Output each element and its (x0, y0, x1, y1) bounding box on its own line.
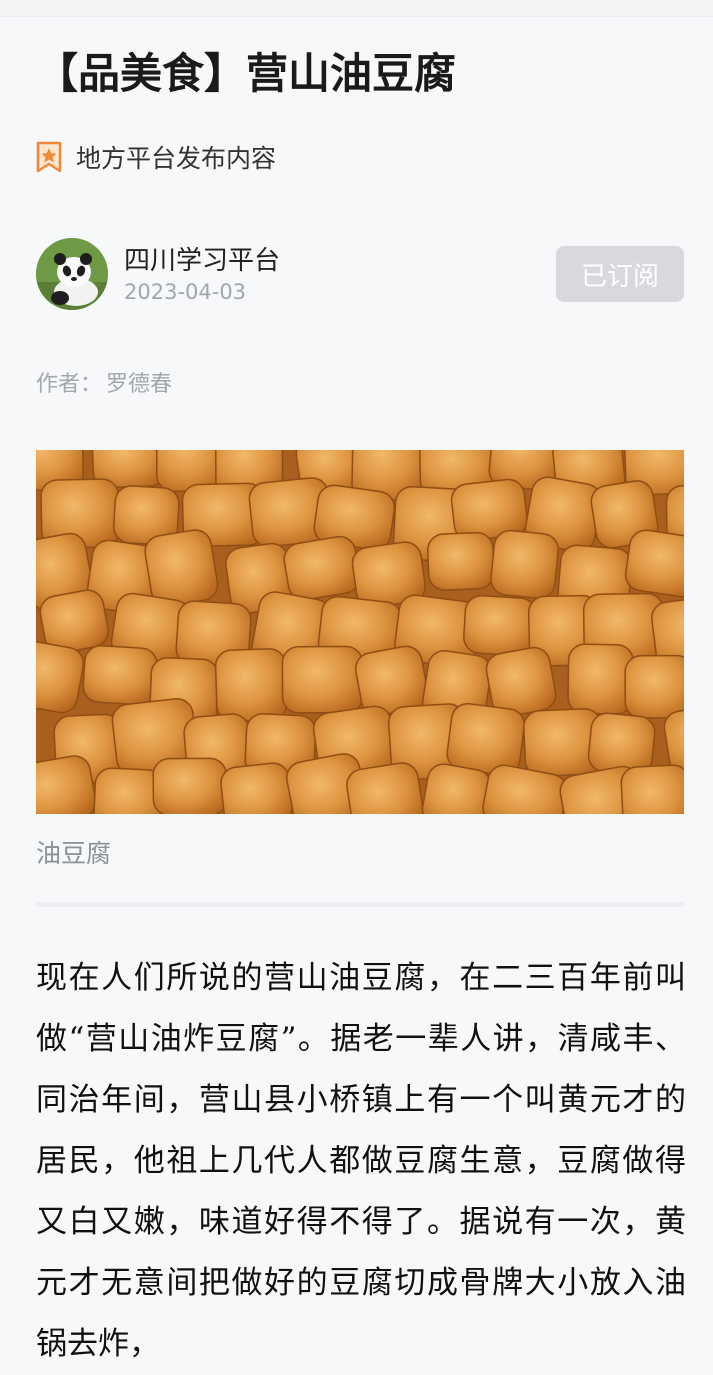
bookmark-star-icon (36, 141, 62, 173)
article-body: 现在人们所说的营山油豆腐，在二三百年前叫做“营山油炸豆腐”。据老一辈人讲，清咸丰… (36, 960, 686, 1362)
publish-date: 2023-04-03 (124, 280, 247, 304)
fried-tofu-photo (36, 450, 684, 814)
tofu-cube (624, 529, 684, 598)
article-image[interactable] (36, 450, 684, 814)
tofu-cube (220, 762, 293, 814)
tofu-cube (446, 703, 526, 776)
author-account-name[interactable]: 四川学习平台 (124, 240, 280, 277)
avatar[interactable] (36, 238, 108, 310)
tofu-cube (214, 648, 288, 722)
tofu-cube (624, 654, 684, 719)
article-title: 【品美食】营山油豆腐 (36, 49, 457, 98)
panda-avatar-image (36, 238, 108, 310)
tofu-cube (427, 532, 495, 591)
tofu-cube (620, 764, 684, 814)
tofu-cube (283, 535, 361, 601)
section-divider (36, 902, 684, 907)
tofu-cube (463, 595, 537, 657)
tofu-cube (567, 643, 634, 715)
byline-label: 作者： (36, 372, 103, 397)
author-byline: 作者： 罗德春 (36, 366, 172, 398)
top-status-strip (0, 0, 713, 17)
tofu-cube (82, 644, 158, 706)
tofu-cube (152, 757, 227, 814)
byline-name: 罗德春 (106, 372, 173, 397)
subscribe-button[interactable]: 已订阅 (556, 246, 684, 302)
tofu-cube (281, 645, 364, 714)
source-label: 地方平台发布内容 (76, 144, 277, 173)
source-tag: 地方平台发布内容 (36, 138, 276, 176)
tofu-cube (490, 529, 559, 599)
image-caption: 油豆腐 (36, 839, 112, 868)
